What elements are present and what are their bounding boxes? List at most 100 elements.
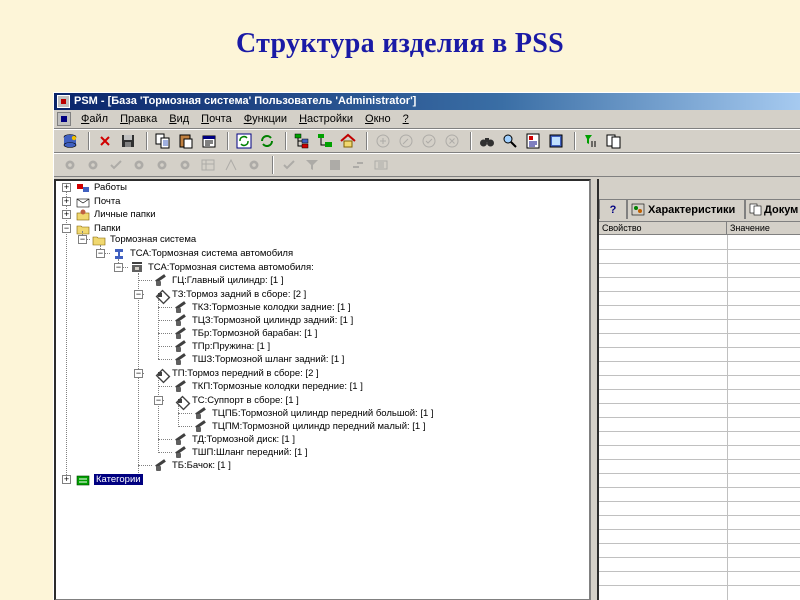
tree-node-tpr[interactable]: ТПр:Пружина: [1 ] (174, 340, 270, 353)
collapse-toggle[interactable]: − (114, 263, 123, 272)
cancel-circle-button[interactable] (442, 131, 462, 151)
delete-button[interactable] (95, 131, 115, 151)
filter-button[interactable] (302, 155, 322, 175)
object-tool-7[interactable] (198, 155, 218, 175)
tree-node-tkp[interactable]: ТКП:Тормозные колодки передние: [1 ] (174, 380, 363, 393)
tree-node-tsa-product[interactable]: ТСА:Тормозная система автомобиля (112, 247, 293, 260)
documents-button[interactable] (604, 131, 624, 151)
collapse-toggle[interactable]: − (78, 235, 87, 244)
column-header-value[interactable]: Значение (727, 222, 800, 234)
structure-icon (374, 160, 388, 170)
tree-node-gc[interactable]: ГЦ:Главный цилиндр: [1 ] (154, 274, 283, 287)
object-tool-6[interactable] (175, 155, 195, 175)
expand-toggle[interactable]: + (62, 183, 71, 192)
tree-add-button[interactable] (292, 131, 312, 151)
save-button[interactable] (118, 131, 138, 151)
refresh-button[interactable] (234, 131, 254, 151)
tree-node-tp[interactable]: ТП:Тормоз передний в сборе: [2 ] (154, 367, 319, 380)
check-circle-icon (422, 134, 436, 148)
structure-tree[interactable]: + + + − + Работы Почта Личные папки Папк… (54, 179, 591, 600)
find-button[interactable] (477, 131, 497, 151)
menu-mail[interactable]: Почта (195, 113, 238, 125)
document-icon[interactable] (57, 112, 71, 126)
part-icon (174, 315, 189, 327)
add-circle-button[interactable] (373, 131, 393, 151)
copy-button[interactable] (153, 131, 173, 151)
assembly-icon (154, 289, 169, 301)
link-button[interactable] (348, 155, 368, 175)
tab-documents[interactable]: Докум (745, 199, 800, 219)
tree-node-tb[interactable]: ТБ:Бачок: [1 ] (154, 459, 231, 472)
menu-view[interactable]: Вид (163, 113, 195, 125)
tree-node-mail[interactable]: Почта (76, 195, 120, 208)
tree-node-tz[interactable]: ТЗ:Тормоз задний в сборе: [2 ] (154, 288, 306, 301)
open-db-button[interactable] (60, 131, 80, 151)
tree-node-tcpm[interactable]: ТЦПМ:Тормозной цилиндр передний малый: [… (194, 420, 426, 433)
gear-check-icon (110, 160, 122, 170)
collapse-toggle[interactable]: − (154, 396, 163, 405)
object-tool-5[interactable] (152, 155, 172, 175)
object-tool-8[interactable] (221, 155, 241, 175)
tree-node-tshz[interactable]: ТШЗ:Тормозной шланг задний: [1 ] (174, 353, 344, 366)
expand-toggle[interactable]: + (62, 210, 71, 219)
toolbar-separator (227, 132, 229, 150)
search-button[interactable] (500, 131, 520, 151)
mark-button[interactable] (325, 155, 345, 175)
structure-button[interactable] (371, 155, 391, 175)
approve-button[interactable] (279, 155, 299, 175)
object-tool-1[interactable] (60, 155, 80, 175)
menu-window[interactable]: Окно (359, 113, 397, 125)
tree-node-tcpb[interactable]: ТЦПБ:Тормозной цилиндр передний большой:… (194, 407, 434, 420)
expand-toggle[interactable]: + (62, 197, 71, 206)
tab-help[interactable]: ? (599, 199, 627, 219)
expand-toggle[interactable]: + (62, 475, 71, 484)
toolbar-separator (146, 132, 148, 150)
report-button[interactable] (523, 131, 543, 151)
gear-icon (249, 160, 259, 170)
tree-node-works[interactable]: Работы (76, 181, 127, 194)
menu-settings[interactable]: Настройки (293, 113, 359, 125)
properties-grid-header: Свойство Значение (599, 222, 800, 235)
tab-characteristics[interactable]: Характеристики (627, 199, 745, 219)
home-button[interactable] (338, 131, 358, 151)
tree-node-tbr[interactable]: ТБр:Тормозной барабан: [1 ] (174, 327, 317, 340)
tree-node-ts[interactable]: ТС:Суппорт в сборе: [1 ] (174, 394, 299, 407)
tree-node-categories[interactable]: Категории (76, 473, 143, 486)
object-tool-4[interactable] (129, 155, 149, 175)
menu-help[interactable]: ? (397, 113, 415, 125)
tree-icon (294, 133, 309, 149)
window-titlebar[interactable]: PSM - [База 'Тормозная система' Пользова… (54, 93, 800, 110)
object-tool-2[interactable] (83, 155, 103, 175)
column-header-property[interactable]: Свойство (599, 222, 727, 234)
tree-node-td[interactable]: ТД:Тормозной диск: [1 ] (174, 433, 295, 446)
collapse-toggle[interactable]: − (62, 224, 71, 233)
view-button[interactable] (546, 131, 566, 151)
main-toolbar (54, 129, 800, 153)
menu-file[interactable]: Файл (75, 113, 114, 125)
collapse-toggle[interactable]: − (96, 249, 105, 258)
tree-node-tcz[interactable]: ТЦЗ:Тормозной цилиндр задний: [1 ] (174, 314, 353, 327)
tree-node-tsa-assembly[interactable]: ТСА:Тормозная система автомобиля: (130, 261, 314, 274)
collapse-toggle[interactable]: − (134, 290, 143, 299)
properties-grid[interactable]: Свойство Значение (599, 221, 800, 600)
gear-icon (65, 160, 75, 170)
collapse-toggle[interactable]: − (134, 369, 143, 378)
tree-move-button[interactable] (315, 131, 335, 151)
object-tool-3[interactable] (106, 155, 126, 175)
check-circle-button[interactable] (419, 131, 439, 151)
close-icon (100, 136, 110, 146)
tree-node-tshp[interactable]: ТШП:Шланг передний: [1 ] (174, 446, 308, 459)
tree-node-tkz[interactable]: ТКЗ:Тормозные колодки задние: [1 ] (174, 301, 351, 314)
view-icon (549, 134, 563, 148)
object-tool-9[interactable] (244, 155, 264, 175)
properties-button[interactable] (199, 131, 219, 151)
tree-node-personal-folders[interactable]: Личные папки (76, 208, 156, 221)
mail-icon (76, 196, 91, 208)
paste-button[interactable] (176, 131, 196, 151)
tree-filter-button[interactable] (581, 131, 601, 151)
sync-button[interactable] (257, 131, 277, 151)
menu-edit[interactable]: Правка (114, 113, 163, 125)
edit-circle-button[interactable] (396, 131, 416, 151)
menu-functions[interactable]: Функции (238, 113, 293, 125)
tree-node-brake-system-folder[interactable]: Тормозная система (92, 233, 196, 246)
